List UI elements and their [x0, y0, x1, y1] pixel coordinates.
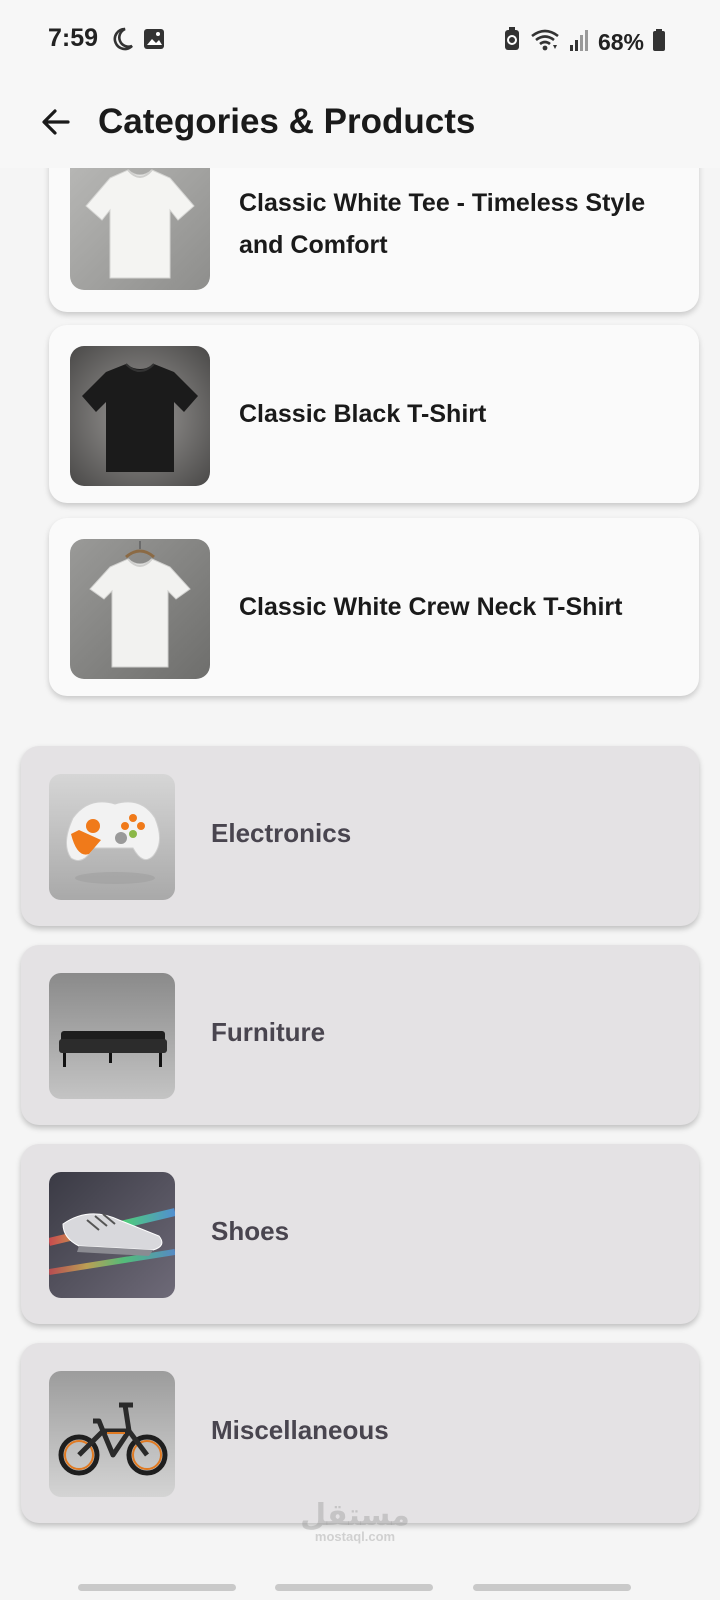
system-nav-bar	[0, 1568, 720, 1600]
category-name: Shoes	[211, 1216, 290, 1246]
watermark-latin: mostaql.com	[314, 1529, 396, 1544]
product-name: Classic White Tee - Timeless Style and C…	[239, 189, 646, 259]
product-image-white-crew-neck-tshirt	[70, 539, 210, 679]
back-button[interactable]	[26, 94, 86, 154]
wifi-icon	[530, 27, 560, 58]
category-image-electronics	[49, 774, 175, 900]
nav-back-button[interactable]	[473, 1584, 631, 1591]
category-name: Electronics	[211, 818, 352, 848]
category-card-shoes[interactable]: Shoes	[21, 1144, 699, 1324]
product-card[interactable]: Classic White Crew Neck T-Shirt	[49, 518, 699, 696]
product-card[interactable]: Classic Black T-Shirt	[49, 325, 699, 503]
watermark-arabic: مستقل	[300, 1498, 410, 1533]
content-list[interactable]: Classic White Tee - Timeless Style and C…	[0, 168, 720, 1568]
watermark: مستقل mostaql.com	[300, 1498, 410, 1544]
product-name: Classic Black T-Shirt	[239, 400, 487, 428]
product-name: Classic White Crew Neck T-Shirt	[239, 593, 623, 621]
category-image-shoes	[49, 1172, 175, 1298]
category-card-miscellaneous[interactable]: Miscellaneous	[21, 1343, 699, 1523]
moon-icon	[110, 26, 134, 57]
category-image-furniture	[49, 973, 175, 1099]
battery-percent: 68%	[597, 29, 644, 55]
page-title: Categories & Products	[98, 102, 476, 141]
signal-icon	[568, 27, 590, 58]
status-icons-right: 68%	[502, 26, 666, 59]
category-card-electronics[interactable]: Electronics	[21, 746, 699, 926]
battery-saver-icon	[502, 26, 522, 59]
category-card-furniture[interactable]: Furniture	[21, 945, 699, 1125]
category-name: Miscellaneous	[211, 1415, 389, 1445]
product-card[interactable]: Classic White Tee - Timeless Style and C…	[49, 168, 699, 312]
arrow-left-icon	[40, 106, 72, 143]
product-image-black-tshirt	[70, 346, 210, 486]
nav-recents-button[interactable]	[78, 1584, 236, 1591]
category-name: Furniture	[211, 1017, 326, 1047]
status-icons-left	[110, 26, 166, 57]
battery-icon	[652, 27, 666, 58]
status-bar: 7:59 68%	[0, 0, 720, 80]
status-time: 7:59	[48, 24, 99, 52]
nav-home-button[interactable]	[275, 1584, 433, 1591]
category-image-miscellaneous	[49, 1371, 175, 1497]
app-bar: Categories & Products	[0, 80, 720, 168]
image-icon	[142, 26, 166, 57]
product-image-white-tshirt	[70, 168, 210, 290]
